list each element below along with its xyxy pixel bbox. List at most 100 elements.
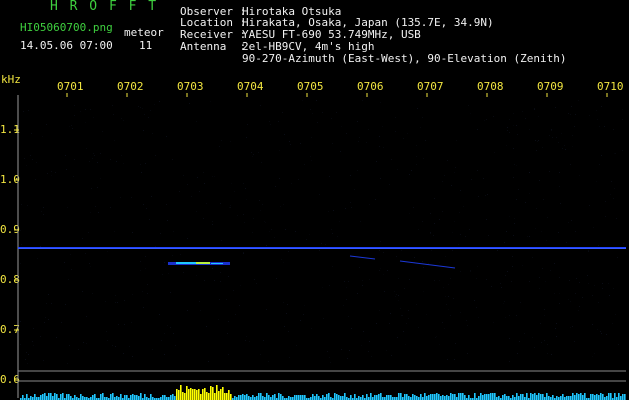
strip-bar	[302, 395, 304, 400]
strip-bar	[54, 393, 56, 400]
noise-pixel	[48, 294, 49, 295]
noise-pixel	[609, 295, 610, 296]
noise-pixel	[522, 265, 523, 266]
noise-pixel	[230, 205, 231, 206]
noise-pixel	[240, 285, 241, 286]
noise-pixel	[357, 170, 358, 171]
strip-bar	[432, 394, 434, 400]
noise-pixel	[199, 191, 200, 192]
noise-pixel	[402, 315, 403, 316]
noise-pixel	[206, 326, 207, 327]
noise-pixel	[409, 279, 410, 280]
noise-pixel	[78, 349, 79, 350]
noise-pixel	[121, 118, 122, 119]
noise-pixel	[187, 238, 188, 239]
strip-bar	[480, 393, 482, 400]
noise-pixel	[105, 301, 106, 302]
noise-pixel	[570, 301, 571, 302]
strip-bar	[34, 394, 36, 400]
strip-bar	[336, 394, 338, 400]
strip-bar	[400, 393, 402, 400]
noise-pixel	[337, 236, 338, 237]
noise-pixel	[513, 177, 514, 178]
strip-bar	[242, 394, 244, 400]
strip-bar	[220, 389, 222, 400]
strip-bar	[452, 394, 454, 400]
noise-pixel	[180, 254, 181, 255]
noise-pixel	[200, 310, 201, 311]
strip-bar	[184, 393, 186, 400]
strip-bar	[520, 394, 522, 400]
strip-bar	[312, 394, 314, 400]
strip-bar	[404, 394, 406, 400]
noise-pixel	[212, 176, 213, 177]
noise-pixel	[554, 263, 555, 264]
noise-pixel	[404, 288, 405, 289]
noise-pixel	[588, 250, 589, 251]
noise-pixel	[558, 232, 559, 233]
noise-pixel	[517, 353, 518, 354]
noise-pixel	[408, 310, 409, 311]
strip-bar	[430, 394, 432, 400]
noise-pixel	[579, 175, 580, 176]
noise-pixel	[565, 149, 566, 150]
noise-pixel	[204, 183, 205, 184]
noise-pixel	[266, 245, 267, 246]
noise-pixel	[48, 319, 49, 320]
noise-pixel	[264, 221, 265, 222]
strip-bar	[56, 394, 58, 400]
noise-pixel	[509, 119, 510, 120]
noise-pixel	[511, 281, 512, 282]
noise-pixel	[346, 299, 347, 300]
noise-pixel	[544, 309, 545, 310]
noise-pixel	[143, 130, 144, 131]
noise-pixel	[572, 326, 573, 327]
strip-bar	[126, 395, 128, 400]
strip-bar	[188, 389, 190, 400]
noise-pixel	[459, 212, 460, 213]
noise-pixel	[534, 109, 535, 110]
noise-pixel	[555, 328, 556, 329]
noise-pixel	[265, 222, 266, 223]
noise-pixel	[289, 357, 290, 358]
noise-pixel	[474, 300, 475, 301]
noise-pixel	[423, 158, 424, 159]
noise-pixel	[167, 325, 168, 326]
noise-pixel	[383, 252, 384, 253]
noise-pixel	[483, 178, 484, 179]
noise-pixel	[261, 162, 262, 163]
strip-bar	[62, 393, 64, 400]
noise-pixel	[409, 213, 410, 214]
noise-pixel	[602, 283, 603, 284]
noise-pixel	[321, 243, 322, 244]
strip-bar	[526, 393, 528, 400]
strip-bar	[150, 394, 152, 400]
noise-pixel	[161, 340, 162, 341]
noise-pixel	[332, 266, 333, 267]
noise-pixel	[155, 246, 156, 247]
noise-pixel	[283, 302, 284, 303]
noise-pixel	[132, 232, 133, 233]
noise-pixel	[214, 176, 215, 177]
noise-pixel	[234, 191, 235, 192]
noise-pixel	[529, 281, 530, 282]
noise-pixel	[97, 162, 98, 163]
noise-pixel	[414, 257, 415, 258]
noise-pixel	[206, 203, 207, 204]
noise-pixel	[535, 140, 536, 141]
noise-pixel	[439, 219, 440, 220]
strip-bar	[578, 394, 580, 400]
noise-pixel	[115, 295, 116, 296]
noise-pixel	[405, 344, 406, 345]
noise-pixel	[379, 250, 380, 251]
strip-bar	[222, 387, 224, 400]
noise-pixel	[106, 331, 107, 332]
noise-pixel	[458, 244, 459, 245]
noise-pixel	[274, 237, 275, 238]
noise-pixel	[85, 109, 86, 110]
strip-bar	[140, 393, 142, 400]
noise-pixel	[43, 360, 44, 361]
noise-pixel	[270, 124, 271, 125]
noise-pixel	[470, 271, 471, 272]
noise-pixel	[395, 117, 396, 118]
